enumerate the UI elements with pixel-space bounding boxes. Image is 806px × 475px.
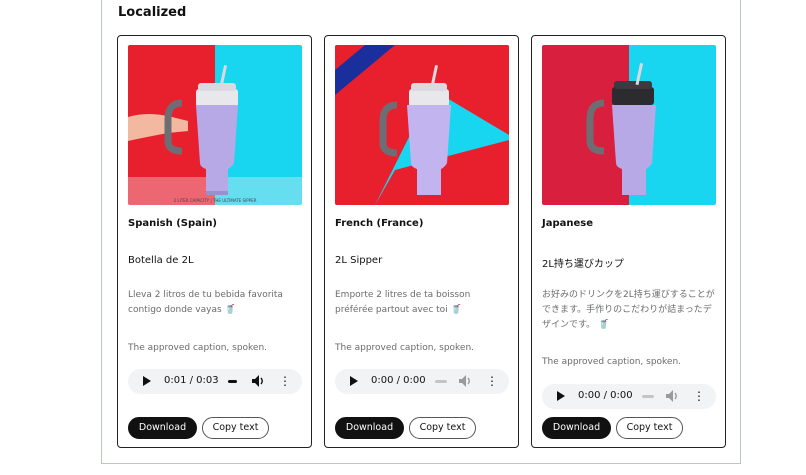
- copy-text-button[interactable]: Copy text: [409, 417, 476, 439]
- cup-emoji: 🥤: [450, 305, 462, 315]
- cup-emoji: 🥤: [597, 320, 610, 330]
- audio-player[interactable]: 0:00 / 0:00 ⋮: [542, 384, 716, 409]
- approved-caption-label: The approved caption, spoken.: [335, 343, 475, 353]
- product-image: 2 LITER CAPACITY | THE ULTIMATE SIPPER: [128, 45, 302, 205]
- more-options-icon[interactable]: ⋮: [486, 375, 498, 388]
- download-button[interactable]: Download: [542, 417, 611, 439]
- card-french: French (France) 2L Sipper Emporte 2 litr…: [324, 35, 519, 448]
- language-label: French (France): [335, 218, 424, 229]
- audio-time: 0:00 / 0:00: [578, 390, 633, 401]
- caption-text: お好みのドリンクを2L持ち運びすることができます。手作りのこだわりが詰まったデザ…: [542, 290, 715, 330]
- image-banner-text: 2 LITER CAPACITY | THE ULTIMATE SIPPER: [174, 198, 257, 203]
- approved-caption-label: The approved caption, spoken.: [542, 357, 682, 367]
- cup-emoji: 🥤: [224, 305, 236, 315]
- headline-text: Botella de 2L: [128, 255, 194, 266]
- audio-player[interactable]: 0:00 / 0:00 ⋮: [335, 369, 509, 394]
- copy-text-button[interactable]: Copy text: [202, 417, 269, 439]
- copy-text-button[interactable]: Copy text: [616, 417, 683, 439]
- audio-player[interactable]: 0:01 / 0:03 ⋮: [128, 369, 302, 394]
- headline-text: 2L Sipper: [335, 255, 383, 266]
- download-button[interactable]: Download: [335, 417, 404, 439]
- caption-text: Lleva 2 litros de tu bebida favorita con…: [128, 290, 283, 315]
- play-icon[interactable]: [350, 376, 358, 386]
- product-image: [542, 45, 716, 205]
- download-button[interactable]: Download: [128, 417, 197, 439]
- play-icon[interactable]: [143, 376, 151, 386]
- language-label: Spanish (Spain): [128, 218, 218, 229]
- caption-text: Emporte 2 litres de ta boisson préférée …: [335, 290, 471, 315]
- volume-icon[interactable]: [251, 374, 265, 388]
- more-options-icon[interactable]: ⋮: [693, 390, 705, 403]
- approved-caption-label: The approved caption, spoken.: [128, 343, 268, 353]
- volume-icon[interactable]: [665, 389, 679, 403]
- headline-text: 2L持ち運びカップ: [542, 259, 624, 270]
- card-japanese: Japanese 2L持ち運びカップ お好みのドリンクを2L持ち運びすることがで…: [531, 35, 726, 448]
- progress-slider[interactable]: [435, 380, 447, 383]
- audio-time: 0:01 / 0:03: [164, 375, 219, 386]
- volume-icon[interactable]: [458, 374, 472, 388]
- card-spanish: 2 LITER CAPACITY | THE ULTIMATE SIPPER S…: [117, 35, 312, 448]
- more-options-icon[interactable]: ⋮: [279, 375, 291, 388]
- progress-slider[interactable]: [642, 395, 654, 398]
- product-image: [335, 45, 509, 205]
- audio-time: 0:00 / 0:00: [371, 375, 426, 386]
- language-label: Japanese: [542, 218, 594, 229]
- play-icon[interactable]: [557, 391, 565, 401]
- section-title: Localized: [118, 5, 187, 20]
- progress-slider[interactable]: [228, 380, 237, 383]
